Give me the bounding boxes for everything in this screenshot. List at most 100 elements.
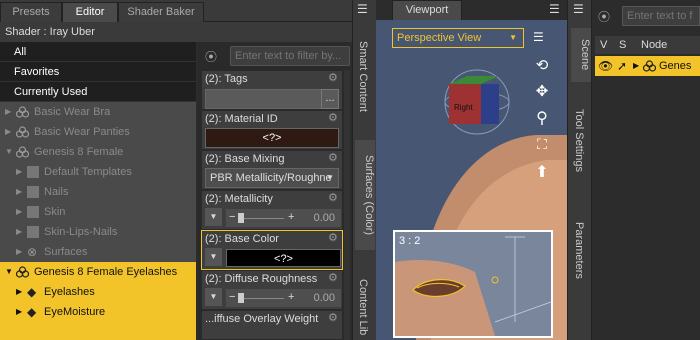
tree-item[interactable]: ▶ Skin <box>0 202 196 222</box>
tree-item-label: Genesis 8 Female Eyelashes <box>34 266 178 278</box>
property-filter-input[interactable] <box>230 46 350 66</box>
plus-icon[interactable]: + <box>288 211 294 223</box>
category-favorites[interactable]: Favorites <box>0 62 196 82</box>
col-visible[interactable]: V <box>600 36 607 54</box>
panel-menu-icon[interactable]: ☰ <box>573 2 589 16</box>
filter-icon[interactable]: ⦿ <box>205 48 225 64</box>
panel-menu-icon[interactable]: ☰ <box>357 2 373 16</box>
chevron-down-icon: ▼ <box>326 173 334 182</box>
minus-icon[interactable]: − <box>229 291 235 303</box>
gear-icon[interactable]: ⚙ <box>328 233 339 244</box>
frame-icon[interactable]: ⛶ <box>531 136 553 158</box>
pan-icon[interactable]: ✥ <box>531 82 553 102</box>
panel-menu-icon[interactable]: ☰ <box>549 2 565 16</box>
collapse-arrow-icon[interactable]: ▼ <box>5 142 13 162</box>
tab-smart-content[interactable]: Smart Content <box>357 36 369 116</box>
tree-item-selected[interactable]: ▼ Genesis 8 Female Eyelashes <box>0 262 196 282</box>
surface-tree: All Favorites Currently Used ▶ Basic Wea… <box>0 42 196 340</box>
tab-editor[interactable]: Editor <box>62 2 118 22</box>
expand-arrow-icon[interactable]: ▶ <box>16 242 22 262</box>
cube-face-front[interactable] <box>481 84 499 124</box>
tree-item-label: Basic Wear Panties <box>34 126 130 138</box>
gear-icon[interactable]: ⚙ <box>328 113 339 124</box>
tab-presets[interactable]: Presets <box>0 2 62 22</box>
tree-item[interactable]: ▶ Basic Wear Bra <box>0 102 196 122</box>
tree-item[interactable]: ▶ Skin-Lips-Nails <box>0 222 196 242</box>
chevron-down-icon[interactable]: ▼ <box>205 248 222 266</box>
tree-item[interactable]: ▶ Default Templates <box>0 162 196 182</box>
chevron-down-icon[interactable]: ▼ <box>205 288 222 306</box>
scene-filter-input[interactable] <box>622 6 700 26</box>
expand-arrow-icon[interactable]: ▶ <box>633 56 639 76</box>
cursor-icon[interactable]: ➚ <box>617 56 627 76</box>
expand-arrow-icon[interactable]: ▶ <box>16 302 22 322</box>
expand-arrow-icon[interactable]: ▶ <box>16 162 22 182</box>
gear-icon[interactable]: ⚙ <box>328 193 339 204</box>
tab-surfaces-color[interactable]: Surfaces (Color) <box>355 140 375 250</box>
scene-node-row[interactable]: 👁 ➚ ▶ Genes <box>595 56 700 76</box>
expand-arrow-icon[interactable]: ▶ <box>5 122 11 142</box>
tree-item-selected[interactable]: ▶ ◆ EyeMoisture <box>0 302 196 322</box>
properties-scrollbar[interactable] <box>344 70 350 340</box>
orbit-icon[interactable]: ⟲ <box>531 56 553 76</box>
tab-content-library[interactable]: Content Lib <box>357 274 369 340</box>
chevron-down-icon[interactable]: ▼ <box>205 208 222 226</box>
base-mixing-dropdown[interactable]: PBR Metallicity/Roughne ▼ <box>205 168 339 188</box>
surfaces-icon: ⊗ <box>27 245 38 259</box>
filter-icon[interactable]: ⦿ <box>598 8 618 24</box>
prop-label: (2): Material ID <box>205 113 278 125</box>
slider-value[interactable]: 0.00 <box>314 292 335 304</box>
tree-item[interactable]: ▶ ⊗ Surfaces <box>0 242 196 262</box>
reset-view-icon[interactable]: ⬆ <box>531 162 553 184</box>
tab-parameters[interactable]: Parameters <box>573 210 585 290</box>
tree-item-selected[interactable]: ▶ ◆ Eyelashes <box>0 282 196 302</box>
material-id-swatch[interactable]: <?> <box>205 128 339 148</box>
tree-item[interactable]: ▶ Nails <box>0 182 196 202</box>
tree-item-label: Skin-Lips-Nails <box>44 226 118 238</box>
plus-icon[interactable]: + <box>288 291 294 303</box>
tags-browse-button[interactable]: ... <box>321 89 339 109</box>
expand-arrow-icon[interactable]: ▶ <box>16 202 22 222</box>
view-cube-gizmo[interactable]: Right <box>437 62 517 142</box>
expand-arrow-icon[interactable]: ▶ <box>16 182 22 202</box>
expand-arrow-icon[interactable]: ▶ <box>16 222 22 242</box>
eye-icon[interactable]: 👁 <box>598 56 613 76</box>
slider-track <box>244 218 284 219</box>
tree-item-label: Eyelashes <box>44 286 95 298</box>
category-all[interactable]: All <box>0 42 196 62</box>
tree-item-label: Basic Wear Bra <box>34 106 111 118</box>
tab-tool-settings[interactable]: Tool Settings <box>573 100 585 180</box>
tree-item-label: Nails <box>44 186 69 198</box>
view-selector[interactable]: Perspective View ▼ <box>392 28 524 48</box>
collapse-arrow-icon[interactable]: ▼ <box>5 262 13 282</box>
figure-icon <box>643 60 656 72</box>
gear-icon[interactable]: ⚙ <box>328 73 339 84</box>
tree-item-label: Default Templates <box>44 166 132 178</box>
aspect-ratio-label: 3 : 2 <box>399 235 421 247</box>
prop-label: (2): Base Mixing <box>205 153 285 165</box>
diffuse-roughness-slider[interactable]: − + 0.00 <box>226 289 341 307</box>
tree-item[interactable]: ▼ Genesis 8 Female <box>0 142 196 162</box>
viewport-menu-icon[interactable]: ☰ <box>533 30 549 46</box>
category-currently-used[interactable]: Currently Used <box>0 82 196 102</box>
tree-item[interactable]: ▶ Basic Wear Panties <box>0 122 196 142</box>
prop-label: (2): Tags <box>205 73 248 85</box>
tab-scene[interactable]: Scene <box>571 28 591 82</box>
expand-arrow-icon[interactable]: ▶ <box>5 102 11 122</box>
col-node[interactable]: Node <box>641 36 667 54</box>
tags-field[interactable] <box>205 89 323 109</box>
prop-tags: (2): Tags ⚙ ... <box>201 70 343 110</box>
base-color-swatch[interactable]: <?> <box>226 249 341 267</box>
gear-icon[interactable]: ⚙ <box>328 273 339 284</box>
metallicity-slider[interactable]: − + 0.00 <box>226 209 341 227</box>
tab-viewport[interactable]: Viewport <box>392 0 462 20</box>
gear-icon[interactable]: ⚙ <box>328 153 339 164</box>
col-selectable[interactable]: S <box>619 36 626 54</box>
zoom-icon[interactable]: ⚲ <box>531 108 553 130</box>
slider-value[interactable]: 0.00 <box>314 212 335 224</box>
gear-icon[interactable]: ⚙ <box>328 313 339 324</box>
minus-icon[interactable]: − <box>229 211 235 223</box>
expand-arrow-icon[interactable]: ▶ <box>16 282 22 302</box>
tab-shader-baker[interactable]: Shader Baker <box>118 2 204 22</box>
aux-viewport[interactable]: 3 : 2 <box>393 230 553 338</box>
